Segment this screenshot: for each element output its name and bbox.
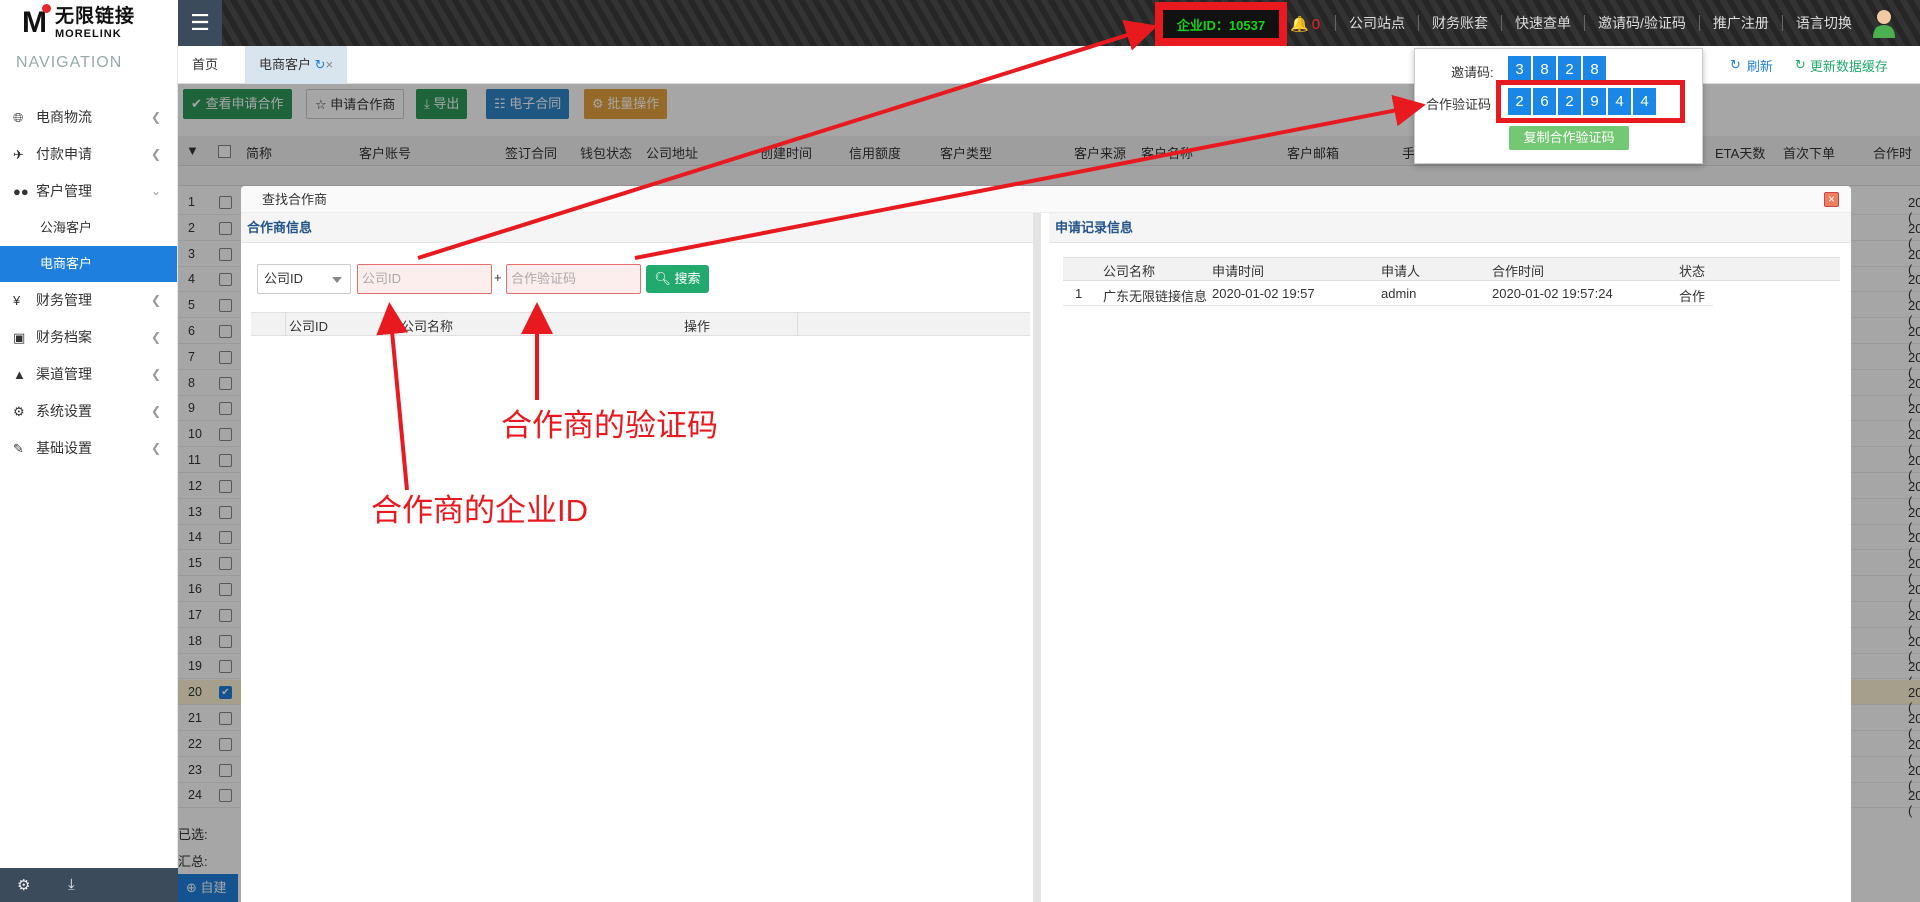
sidebar: NAVIGATION 🌐︎ 电商物流 ❮ ✈ 付款申请 ❮ ●● 客户管理 ⌄ 公海客户 电…: [0, 46, 178, 902]
copy-verify-code-button[interactable]: 复制合作验证码: [1509, 126, 1629, 150]
close-icon[interactable]: ×: [1824, 192, 1839, 207]
sidebar-item-finance-mgmt[interactable]: ¥ 财务管理 ❮: [0, 282, 177, 319]
download-icon[interactable]: ⤓: [68, 876, 75, 893]
search-type-select[interactable]: 公司ID: [257, 264, 351, 294]
table-row[interactable]: 1 广东无限链接信息 2020-01-02 19:57 admin 2020-0…: [1063, 282, 1713, 306]
row-company: 广东无限链接信息: [1103, 289, 1208, 304]
col-operation: 操作: [684, 319, 711, 334]
sidebar-item-customer-mgmt[interactable]: ●● 客户管理 ⌄: [0, 173, 177, 210]
partner-info-panel: 合作商信息 公司ID 公司ID + 合作验证码 🔍︎ 搜索 公司ID 公司名称 …: [241, 213, 1041, 902]
col-applicant: 申请人: [1381, 264, 1421, 279]
record-table-header: 公司名称 申请时间 申请人 合作时间 状态: [1063, 257, 1840, 281]
find-partner-modal: 查找合作商 × 合作商信息 公司ID 公司ID + 合作验证码 🔍︎ 搜索 公司…: [241, 186, 1851, 902]
nav-finance-books[interactable]: 财务账套: [1418, 15, 1501, 31]
chevron-left-icon: ❮: [150, 367, 161, 381]
apply-record-panel: 申请记录信息 公司名称 申请时间 申请人 合作时间 状态 1 广东无限链接信息 …: [1049, 213, 1851, 902]
edit-icon: ✎: [13, 441, 24, 456]
col-apply-time: 申请时间: [1212, 264, 1265, 279]
gear-icon[interactable]: ⚙: [17, 876, 30, 894]
row-number: 1: [1075, 286, 1083, 301]
apply-record-title: 申请记录信息: [1049, 213, 1851, 243]
sidebar-item-payment-request[interactable]: ✈ 付款申请 ❮: [0, 136, 177, 173]
sidebar-item-channel-mgmt[interactable]: ▲ 渠道管理 ❮: [0, 356, 177, 393]
nav-quick-lookup[interactable]: 快速查单: [1501, 15, 1584, 31]
sidebar-footer: ⚙ ⤓: [0, 868, 178, 902]
yen-icon: ¥: [13, 293, 21, 308]
chevron-left-icon: ❮: [150, 441, 161, 455]
row-applicant: admin: [1381, 286, 1417, 301]
road-icon: ▲: [13, 367, 26, 382]
sidebar-item-ecommerce-customers[interactable]: 电商客户: [0, 246, 177, 282]
sidebar-item-public-customers[interactable]: 公海客户: [0, 210, 177, 246]
enterprise-id-highlight: [1155, 2, 1287, 46]
close-icon[interactable]: ×: [326, 57, 334, 72]
tab-home[interactable]: 首页: [178, 46, 232, 84]
logo-cn: 无限链接: [55, 5, 136, 27]
globe-icon: 🌐︎: [13, 110, 24, 125]
logo-mark: M: [22, 4, 51, 40]
verify-code-highlight: [1496, 80, 1685, 123]
nav-promo-register[interactable]: 推广注册: [1698, 15, 1782, 31]
refresh-icon[interactable]: ↻: [315, 57, 326, 72]
logo[interactable]: M 无限链接 MORELINK: [0, 0, 178, 46]
refresh-link[interactable]: 刷新: [1747, 56, 1773, 75]
refresh-icon: ↻: [1794, 57, 1806, 72]
logo-en: MORELINK: [55, 27, 122, 40]
annotation-enterprise-id: 合作商的企业ID: [371, 493, 588, 528]
invite-verify-popup: 邀请码: 3 8 2 8 合作验证码 2 6 2 9 4 4 复制合作验证码: [1414, 48, 1703, 164]
chevron-left-icon: ❮: [150, 293, 161, 307]
nav-invite-verify[interactable]: 邀请码/验证码: [1584, 15, 1699, 31]
company-id-input[interactable]: 公司ID: [357, 264, 492, 294]
modal-title: 查找合作商: [241, 186, 1851, 213]
book-icon: ▣: [13, 330, 26, 345]
notification-bell[interactable]: 🔔 0: [1290, 15, 1320, 33]
tab-ecommerce-customers[interactable]: 电商客户 ↻×: [245, 46, 348, 84]
sidebar-item-ecommerce-logistics[interactable]: 🌐︎ 电商物流 ❮: [0, 99, 177, 136]
row-apply-time: 2020-01-02 19:57: [1212, 286, 1315, 301]
invite-digit: 2: [1558, 56, 1581, 83]
chart-icon: ✈: [13, 147, 24, 162]
chevron-down-icon: [332, 277, 342, 288]
chevron-down-icon: ⌄: [150, 184, 161, 198]
sidebar-item-finance-archive[interactable]: ▣ 财务档案 ❮: [0, 319, 177, 356]
invite-digit: 3: [1508, 56, 1531, 83]
sidebar-item-basic-settings[interactable]: ✎ 基础设置 ❮: [0, 430, 177, 467]
search-icon: 🔍︎: [654, 271, 675, 286]
partner-table-header: 公司ID 公司名称 操作: [251, 312, 1030, 336]
invite-digit: 8: [1583, 56, 1606, 83]
verify-code-input[interactable]: 合作验证码: [506, 264, 641, 294]
bell-icon: 🔔: [1290, 16, 1309, 33]
plus-sign: +: [494, 270, 502, 285]
top-bar: M 无限链接 MORELINK ☰ 企业ID：10537 🔔 0 公司站点 财务账…: [0, 0, 1920, 46]
sidebar-item-system-settings[interactable]: ⚙ 系统设置 ❮: [0, 393, 177, 430]
avatar-icon[interactable]: [1870, 8, 1898, 38]
row-coop-time: 2020-01-02 19:57:24: [1492, 286, 1613, 301]
menu-toggle-icon[interactable]: ☰: [178, 0, 222, 46]
users-icon: ●●: [13, 184, 29, 199]
col-company-id: 公司ID: [289, 319, 329, 334]
col-coop-time: 合作时间: [1492, 264, 1545, 279]
gear-icon: ⚙: [13, 404, 25, 419]
notification-count: 0: [1311, 16, 1321, 33]
chevron-left-icon: ❮: [150, 404, 161, 418]
nav-language[interactable]: 语言切换: [1781, 15, 1865, 31]
chevron-left-icon: ❮: [150, 110, 161, 124]
col-status: 状态: [1679, 264, 1706, 279]
refresh-icon: ↻: [1730, 57, 1741, 72]
chevron-left-icon: ❮: [150, 147, 161, 161]
invite-code-label: 邀请码:: [1451, 65, 1494, 80]
nav-title: NAVIGATION: [16, 54, 123, 71]
row-status: 合作: [1679, 289, 1706, 304]
partner-info-title: 合作商信息: [241, 213, 1033, 243]
col-company-name: 公司名称: [401, 319, 454, 334]
update-cache-link[interactable]: 更新数据缓存: [1810, 56, 1888, 75]
col-company-name: 公司名称: [1103, 264, 1156, 279]
invite-digit: 8: [1533, 56, 1556, 83]
verify-code-label: 合作验证码: [1426, 97, 1492, 112]
chevron-left-icon: ❮: [150, 330, 161, 344]
nav-company-site[interactable]: 公司站点: [1335, 15, 1418, 31]
annotation-verify-code: 合作商的验证码: [501, 408, 718, 443]
search-button[interactable]: 🔍︎ 搜索: [646, 265, 709, 293]
